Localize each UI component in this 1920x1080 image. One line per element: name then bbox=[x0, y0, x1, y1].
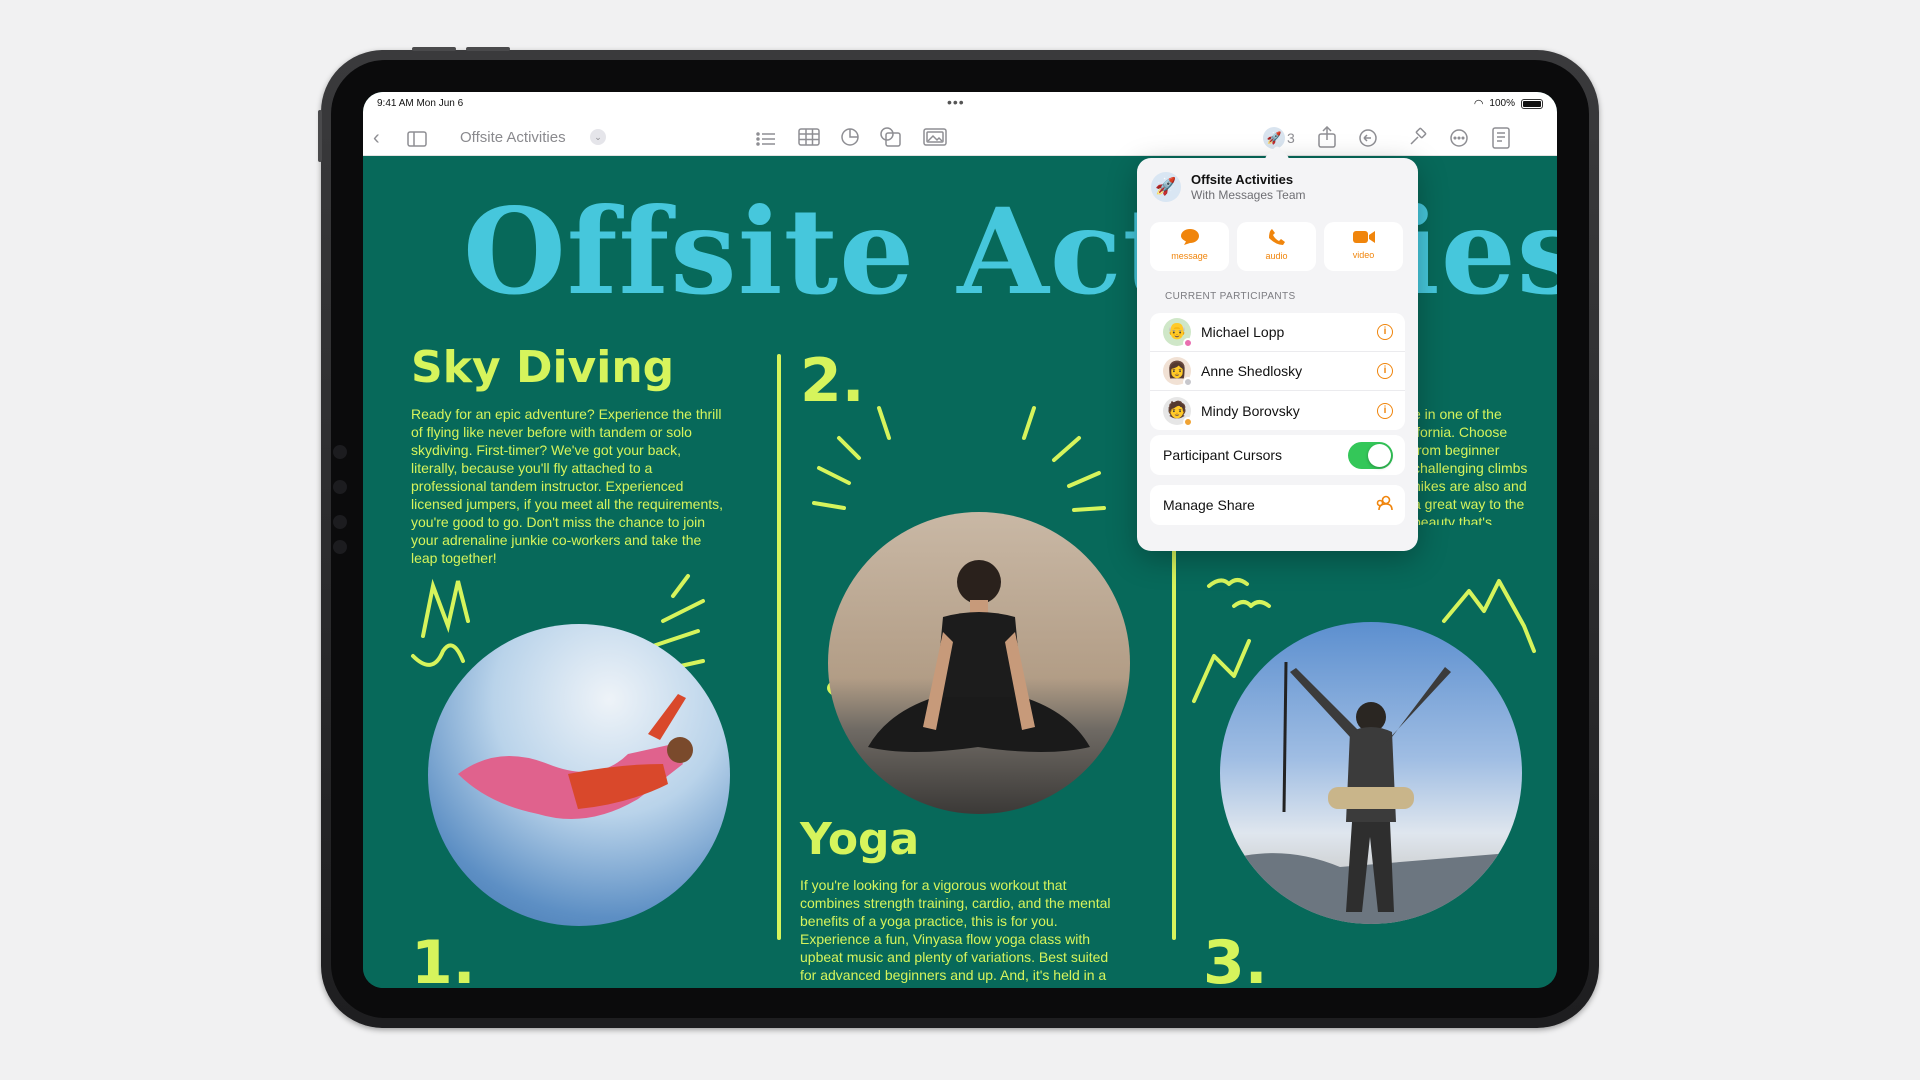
hiker-photo bbox=[1220, 622, 1522, 924]
sidebar-toggle-icon[interactable] bbox=[407, 129, 427, 153]
battery-area: ◠ 100% bbox=[1474, 97, 1543, 110]
participants-section-label: CURRENT PARTICIPANTS bbox=[1165, 291, 1296, 302]
video-camera-icon bbox=[1324, 222, 1403, 250]
divider-line bbox=[777, 354, 781, 940]
yoga-photo bbox=[828, 512, 1130, 814]
battery-icon bbox=[1521, 98, 1543, 109]
more-icon[interactable] bbox=[1449, 128, 1469, 154]
battery-percent: 100% bbox=[1489, 98, 1515, 109]
collaborator-count: 3 bbox=[1287, 130, 1295, 146]
popover-header: 🚀 Offsite Activities With Messages Team bbox=[1151, 172, 1306, 202]
rocket-icon: 🚀 bbox=[1263, 127, 1285, 149]
camera-dot bbox=[333, 445, 347, 459]
cursor-color-dot bbox=[1183, 416, 1193, 427]
audio-button[interactable]: audio bbox=[1237, 222, 1316, 271]
manage-share-button[interactable]: Manage Share bbox=[1150, 485, 1405, 525]
manage-share-label: Manage Share bbox=[1163, 497, 1255, 513]
share-icon[interactable] bbox=[1318, 125, 1336, 154]
skydiver-photo bbox=[428, 624, 730, 926]
table-icon[interactable] bbox=[798, 128, 820, 152]
message-bubble-icon bbox=[1150, 222, 1229, 251]
section-number: 1. bbox=[411, 928, 476, 988]
video-label: video bbox=[1352, 250, 1375, 260]
undo-icon[interactable] bbox=[1358, 128, 1378, 154]
info-icon[interactable]: i bbox=[1377, 324, 1393, 340]
section-body: If you're looking for a vigorous workout… bbox=[800, 877, 1111, 988]
participant-name: Anne Shedlosky bbox=[1201, 363, 1303, 379]
sensor-dot bbox=[333, 515, 347, 529]
communication-actions: message audio video bbox=[1150, 222, 1403, 271]
popover-title: Offsite Activities bbox=[1191, 172, 1294, 187]
collaboration-popover: 🚀 Offsite Activities With Messages Team … bbox=[1137, 145, 1418, 551]
phone-icon bbox=[1237, 222, 1316, 251]
volume-button bbox=[412, 47, 456, 51]
info-icon[interactable]: i bbox=[1377, 363, 1393, 379]
section-body-fragment: e in one of the ifornia. Choose from beg… bbox=[1413, 406, 1528, 525]
participant-row[interactable]: 👴 Michael Lopp i bbox=[1150, 313, 1405, 352]
status-time: 9:41 AM Mon Jun 6 bbox=[377, 98, 464, 109]
participant-cursors-toggle[interactable] bbox=[1348, 441, 1393, 469]
section-body: Ready for an epic adventure? Experience … bbox=[411, 406, 724, 566]
participants-list: 👴 Michael Lopp i 👩 Anne Shedlosky i 🧑 Mi… bbox=[1150, 313, 1405, 430]
participant-name: Michael Lopp bbox=[1201, 324, 1285, 340]
sensor-dot bbox=[333, 540, 347, 554]
cursor-color-dot bbox=[1183, 338, 1193, 348]
document-setup-icon[interactable] bbox=[1492, 127, 1510, 155]
participant-name: Mindy Borovsky bbox=[1201, 402, 1300, 419]
participant-cursors-label: Participant Cursors bbox=[1163, 447, 1283, 463]
shapes-icon[interactable] bbox=[880, 127, 902, 153]
divider-line bbox=[1172, 546, 1176, 940]
sensor-dot bbox=[333, 480, 347, 494]
participant-row[interactable]: 🧑 Mindy Borovsky i bbox=[1150, 391, 1405, 430]
media-icon[interactable] bbox=[923, 128, 947, 152]
participant-cursors-row: Participant Cursors bbox=[1150, 435, 1405, 475]
message-label: message bbox=[1171, 251, 1208, 261]
participant-row[interactable]: 👩 Anne Shedlosky i bbox=[1150, 352, 1405, 391]
collaboration-button[interactable]: 🚀 3 bbox=[1263, 127, 1295, 149]
status-bar: 9:41 AM Mon Jun 6 ••• ◠ 100% bbox=[363, 92, 1557, 120]
message-button[interactable]: message bbox=[1150, 222, 1229, 271]
avatar: 🧑 bbox=[1163, 396, 1193, 427]
audio-label: audio bbox=[1265, 251, 1288, 261]
chart-icon[interactable] bbox=[840, 127, 860, 153]
avatar: 👩 bbox=[1163, 357, 1193, 387]
list-icon[interactable] bbox=[756, 129, 776, 153]
chevron-down-icon[interactable]: ⌄ bbox=[590, 129, 606, 145]
toggle-knob bbox=[1368, 443, 1391, 467]
toolbar: ‹ Offsite Activities ⌄ 🚀 3 bbox=[363, 120, 1557, 156]
wifi-icon: ◠ bbox=[1473, 98, 1484, 110]
rocket-icon: 🚀 bbox=[1151, 172, 1181, 202]
section-heading: Yoga bbox=[800, 814, 920, 865]
volume-button bbox=[466, 47, 510, 51]
section-heading: Sky Diving bbox=[411, 342, 675, 393]
info-icon[interactable]: i bbox=[1377, 402, 1393, 419]
format-brush-icon[interactable] bbox=[1408, 127, 1428, 153]
section-number: 3. bbox=[1203, 928, 1268, 988]
video-button[interactable]: video bbox=[1324, 222, 1403, 271]
avatar: 👴 bbox=[1163, 318, 1193, 348]
document-title-menu[interactable]: Offsite Activities bbox=[460, 129, 566, 146]
chevron-left-icon[interactable]: ‹ bbox=[373, 126, 380, 150]
people-icon bbox=[1375, 495, 1393, 515]
multitasking-dots-icon[interactable]: ••• bbox=[947, 94, 965, 110]
popover-subtitle: With Messages Team bbox=[1191, 188, 1306, 202]
cursor-color-dot bbox=[1183, 377, 1193, 387]
top-button bbox=[318, 110, 322, 162]
